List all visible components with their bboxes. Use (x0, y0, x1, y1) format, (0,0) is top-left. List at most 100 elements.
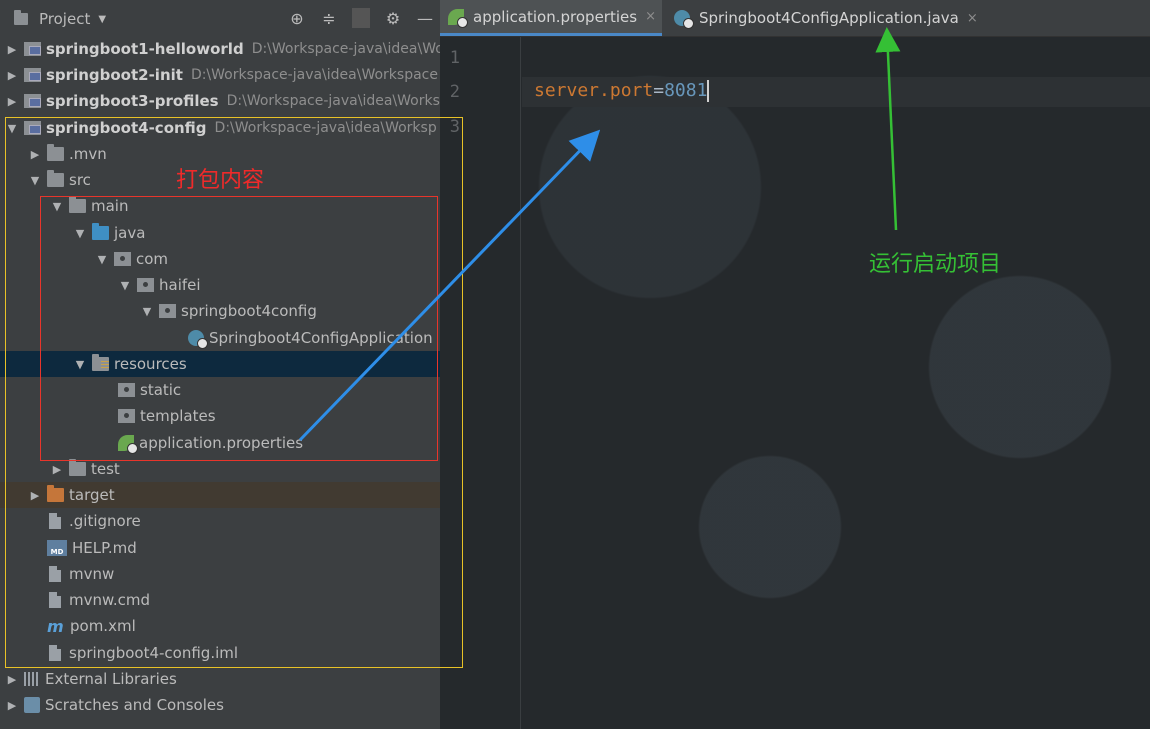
module-name: springboot3-profiles (46, 92, 219, 110)
editor-tab-bar: application.properties × Springboot4Conf… (440, 0, 1150, 37)
scratches-icon (24, 697, 40, 713)
gear-icon[interactable]: ⚙ (384, 9, 402, 28)
tab-application-properties[interactable]: application.properties × (440, 0, 662, 36)
spring-properties-icon (118, 435, 138, 454)
tree-item-label: templates (140, 407, 216, 425)
tree-item-label: .gitignore (69, 512, 141, 530)
tree-item-external-libraries[interactable]: ▶ External Libraries (0, 666, 446, 692)
module-name: springboot4-config (46, 119, 207, 137)
property-key: server.port (534, 80, 654, 101)
chevron-down-icon[interactable]: ▼ (98, 14, 106, 25)
minimize-icon[interactable]: — (416, 9, 434, 28)
collapse-icon[interactable]: ≑ (320, 9, 338, 28)
project-panel-header: Project ▼ ⊕ ≑ ⚙ — (0, 0, 440, 38)
expand-arrow-icon[interactable]: ▶ (6, 43, 18, 56)
tree-item-label: Scratches and Consoles (45, 696, 224, 714)
project-panel: Project ▼ ⊕ ≑ ⚙ — ▶ springboot1-hellowor… (0, 0, 514, 729)
code-editor[interactable]: 1 2 3 server.port=8081 (440, 37, 1150, 729)
module-path: D:\Workspace-java\idea\Workspace (190, 67, 438, 83)
expand-arrow-icon[interactable]: ▶ (6, 673, 18, 686)
module-name: springboot1-helloworld (46, 40, 244, 58)
expand-arrow-icon[interactable]: ▶ (6, 69, 18, 82)
tree-item-resources[interactable]: ▼ resources (0, 351, 514, 377)
module-icon (24, 68, 41, 82)
tree-item-label: application.properties (139, 434, 304, 452)
project-view-selector[interactable]: Project (39, 10, 90, 28)
tree-item-java[interactable]: ▼ java (0, 220, 514, 246)
folder-icon (69, 459, 86, 476)
resources-folder-icon (92, 354, 109, 371)
tree-item-main[interactable]: ▼ main (0, 193, 491, 219)
tree-item-gitignore[interactable]: .gitignore (0, 508, 469, 534)
tree-item-label: .mvn (69, 145, 107, 163)
tree-item-label: resources (114, 355, 187, 373)
tree-item-test[interactable]: ▶ test (0, 456, 491, 482)
expand-arrow-icon[interactable]: ▶ (6, 95, 18, 108)
module-path: D:\Workspace-java\idea\Wo (251, 41, 444, 57)
expand-arrow-icon[interactable]: ▶ (51, 463, 63, 476)
close-icon[interactable]: × (645, 9, 656, 24)
tree-item-label: static (140, 381, 182, 399)
expand-arrow-icon[interactable]: ▶ (6, 699, 18, 712)
collapse-arrow-icon[interactable]: ▼ (6, 122, 18, 135)
folder-icon (118, 409, 135, 423)
tree-item-label: springboot4config (181, 302, 317, 320)
tree-item-label: pom.xml (70, 617, 136, 635)
package-content-annotation: 打包内容 (176, 168, 265, 193)
config-badge-icon (127, 443, 138, 454)
tree-item-help-md[interactable]: MD HELP.md (0, 535, 469, 561)
tree-item-scratches-and-consoles[interactable]: ▶ Scratches and Consoles (0, 692, 446, 718)
collapse-arrow-icon[interactable]: ▼ (141, 305, 153, 318)
collapse-arrow-icon[interactable]: ▼ (119, 279, 131, 292)
text-file-icon (49, 513, 61, 529)
config-badge-icon (457, 16, 468, 28)
tree-item-label: mvnw.cmd (69, 591, 151, 609)
tree-item-label: springboot4-config.iml (69, 644, 239, 662)
line-number: 1 (449, 48, 460, 68)
text-file-icon (49, 592, 61, 608)
package-icon (137, 278, 154, 292)
tree-item-springboot2-init[interactable]: ▶ springboot2-init D:\Workspace-java\ide… (0, 62, 446, 88)
tab-springboot4configapplication-java[interactable]: Springboot4ConfigApplication.java × (666, 0, 980, 36)
tree-item-label: com (136, 250, 169, 268)
spring-boot-class-icon (674, 10, 694, 29)
collapse-arrow-icon[interactable]: ▼ (74, 358, 86, 371)
collapse-arrow-icon[interactable]: ▼ (74, 227, 86, 240)
module-name: springboot2-init (46, 66, 183, 84)
collapse-arrow-icon[interactable]: ▼ (96, 253, 108, 266)
tree-item-label: main (91, 197, 129, 215)
close-icon[interactable]: × (967, 11, 978, 26)
line-number-gutter: 1 2 3 (440, 37, 521, 729)
line-number: 2 (449, 82, 460, 102)
target-icon[interactable]: ⊕ (288, 9, 306, 28)
tab-label: Springboot4ConfigApplication.java (699, 9, 959, 27)
property-value: 8081 (664, 80, 708, 101)
tree-item-springboot4-config-iml[interactable]: springboot4-config.iml (0, 640, 469, 666)
text-caret (707, 80, 710, 102)
tree-item-label: test (91, 460, 120, 478)
run-badge-icon (683, 18, 694, 29)
tree-item-pom-xml[interactable]: m pom.xml (0, 613, 469, 639)
collapse-arrow-icon[interactable]: ▼ (51, 200, 63, 213)
tab-label: application.properties (473, 7, 638, 26)
source-folder-icon (92, 223, 109, 240)
expand-arrow-icon[interactable]: ▶ (29, 489, 41, 502)
tree-item-springboot4-config[interactable]: ▼ springboot4-config D:\Workspace-java\i… (0, 115, 446, 141)
tree-item-springboot3-profiles[interactable]: ▶ springboot3-profiles D:\Workspace-java… (0, 88, 446, 114)
module-icon (24, 121, 41, 135)
expand-arrow-icon[interactable]: ▶ (29, 148, 41, 161)
tree-item-target[interactable]: ▶ target (0, 482, 469, 508)
tree-item-label: HELP.md (72, 539, 137, 557)
tree-item-mvnw-cmd[interactable]: mvnw.cmd (0, 587, 469, 613)
code-line-2[interactable]: server.port=8081 (534, 80, 710, 102)
package-icon (159, 304, 176, 318)
tree-item-label: java (114, 224, 146, 242)
module-file-icon (49, 645, 61, 661)
tree-item-mvnw[interactable]: mvnw (0, 561, 469, 587)
tree-item-springboot1-helloworld[interactable]: ▶ springboot1-helloworld D:\Workspace-ja… (0, 36, 446, 62)
run-badge-icon (197, 338, 208, 349)
collapse-arrow-icon[interactable]: ▼ (29, 174, 41, 187)
tree-item-label: mvnw (69, 565, 115, 583)
excluded-folder-icon (47, 485, 64, 502)
module-path: D:\Workspace-java\idea\Works (226, 93, 440, 109)
